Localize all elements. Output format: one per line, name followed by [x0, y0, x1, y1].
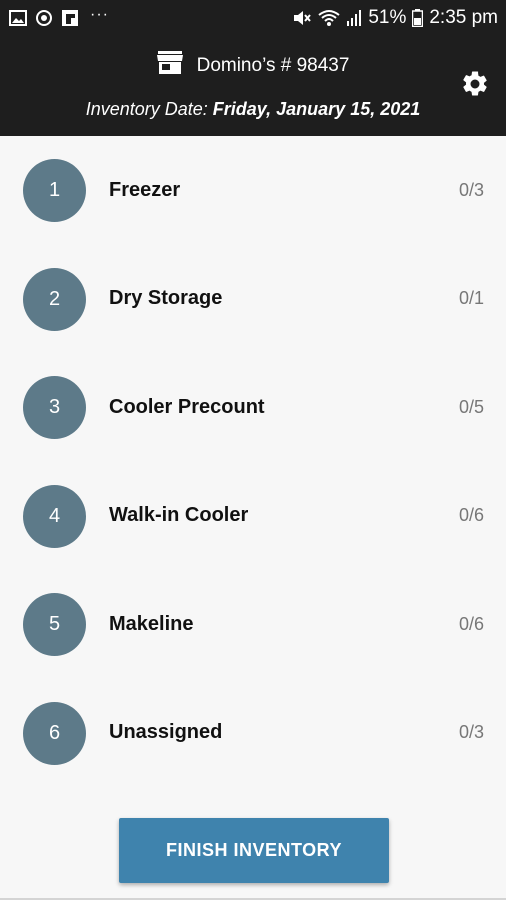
item-name: Unassigned — [109, 721, 223, 744]
mute-icon — [292, 9, 312, 27]
item-count: 0/6 — [458, 613, 484, 634]
inventory-date-row: Inventory Date: Friday, January 15, 2021 — [0, 99, 506, 120]
status-left: ··· — [8, 6, 109, 28]
item-name: Cooler Precount — [109, 395, 265, 418]
item-number-badge: 1 — [23, 159, 86, 222]
item-count: 0/3 — [458, 722, 484, 743]
inventory-date-label: Inventory Date: — [85, 99, 213, 119]
list-item-unassigned[interactable]: 6 Unassigned 0/3 — [0, 679, 506, 788]
list-item-dry-storage[interactable]: 2 Dry Storage 0/1 — [0, 245, 506, 354]
gear-icon — [463, 71, 487, 96]
list-item-walk-in-cooler[interactable]: 4 Walk-in Cooler 0/6 — [0, 462, 506, 571]
list-item-freezer[interactable]: 1 Freezer 0/3 — [0, 136, 506, 245]
clock-time: 2:35 pm — [429, 7, 498, 28]
item-number-badge: 2 — [23, 267, 86, 331]
item-number-badge: 6 — [23, 701, 86, 765]
item-name: Walk-in Cooler — [109, 504, 249, 527]
item-count: 0/3 — [458, 179, 484, 200]
wifi-icon — [318, 9, 340, 27]
battery-icon — [412, 9, 424, 27]
item-name: Dry Storage — [109, 287, 223, 310]
item-number-badge: 5 — [23, 593, 86, 656]
signal-icon — [346, 9, 362, 27]
store-row: Domino’s # 98437 — [0, 51, 506, 80]
status-bar: ··· 51% 2:35 pm — [0, 0, 506, 36]
item-number-badge: 3 — [23, 376, 86, 439]
finish-inventory-button[interactable]: FINISH INVENTORY — [119, 818, 389, 883]
item-count: 0/6 — [458, 505, 484, 526]
item-name: Makeline — [109, 612, 194, 635]
inventory-date-value: Friday, January 15, 2021 — [212, 99, 421, 119]
more-notifications-icon: ··· — [90, 6, 109, 23]
flipboard-icon — [60, 8, 80, 28]
list-item-cooler-precount[interactable]: 3 Cooler Precount 0/5 — [0, 353, 506, 462]
item-number-badge: 4 — [23, 484, 86, 548]
item-name: Freezer — [109, 178, 181, 201]
sync-icon — [34, 8, 54, 28]
image-icon — [8, 8, 28, 28]
store-name: Domino’s # 98437 — [196, 54, 350, 76]
item-count: 0/1 — [458, 288, 484, 309]
settings-button[interactable] — [460, 69, 490, 99]
app-header: Domino’s # 98437 Inventory Date: Friday,… — [0, 36, 506, 136]
inventory-section-list: 1 Freezer 0/3 2 Dry Storage 0/1 3 Cooler… — [0, 136, 506, 787]
status-right: 51% 2:35 pm — [292, 7, 498, 29]
store-icon — [156, 51, 183, 80]
list-item-makeline[interactable]: 5 Makeline 0/6 — [0, 570, 506, 679]
item-count: 0/5 — [458, 396, 484, 417]
battery-percent: 51% — [368, 7, 407, 28]
